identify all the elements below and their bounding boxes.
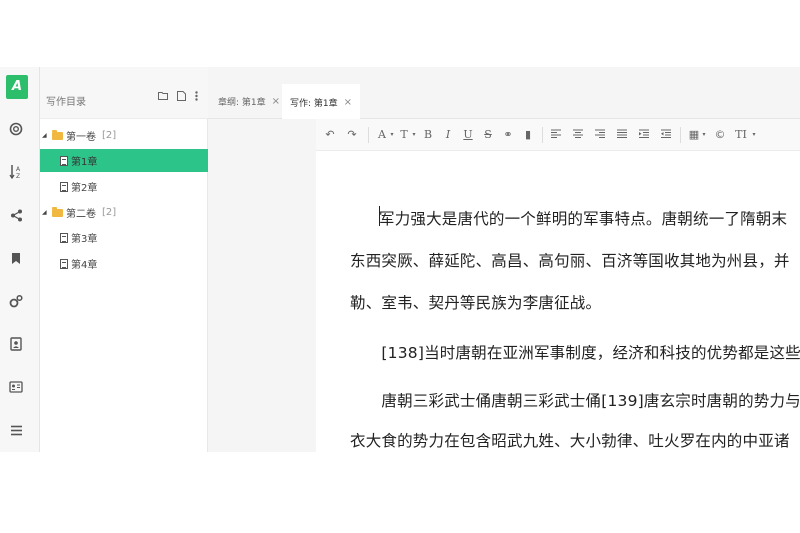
svg-text:Z: Z bbox=[16, 173, 20, 180]
chapter-label: 第2章 bbox=[71, 183, 98, 194]
align-right-icon[interactable] bbox=[594, 127, 606, 143]
chevron-down-icon[interactable]: ▾ bbox=[388, 127, 396, 143]
link-button[interactable]: ⚭ bbox=[502, 127, 514, 143]
directory-tools bbox=[158, 91, 198, 104]
directory-header: 写作目录 bbox=[40, 67, 208, 119]
editor-line-1: 军力强大是唐代的一个鲜明的军事特点。唐朝统一了隋朝末 bbox=[379, 210, 788, 228]
chapter-label: 第1章 bbox=[71, 157, 98, 168]
svg-text:A: A bbox=[16, 166, 21, 173]
align-left-icon[interactable] bbox=[550, 127, 562, 143]
new-file-icon[interactable] bbox=[177, 91, 186, 104]
close-icon[interactable]: × bbox=[272, 96, 280, 107]
tree-chapter-3[interactable]: 第3章 bbox=[40, 226, 208, 249]
document-icon bbox=[60, 232, 68, 243]
contact-icon[interactable] bbox=[6, 334, 26, 354]
chevron-down-icon[interactable]: ▾ bbox=[750, 127, 758, 143]
tab-writing-chapter-1[interactable]: 写作: 第1章 × bbox=[282, 84, 361, 120]
settings-icon[interactable] bbox=[6, 291, 26, 311]
toolbar-divider bbox=[368, 127, 369, 143]
font-size-button[interactable]: T bbox=[398, 127, 410, 143]
toolbar-divider bbox=[542, 127, 543, 143]
folder-icon bbox=[52, 129, 63, 140]
editor-toolbar: ↶ ↷ A ▾ T ▾ B I U S ⚭ ▮ ▦ ▾ © TI ▾ bbox=[316, 119, 800, 151]
volume-count: [2] bbox=[102, 130, 117, 141]
close-icon[interactable]: × bbox=[344, 97, 352, 108]
tab-label: 章纲: 第1章 bbox=[218, 98, 266, 108]
chapter-label: 第3章 bbox=[71, 234, 98, 245]
align-justify-icon[interactable] bbox=[616, 127, 628, 143]
volume-count: [2] bbox=[102, 207, 117, 218]
table-button[interactable]: ▦ bbox=[688, 127, 700, 143]
directory-title: 写作目录 bbox=[46, 97, 86, 108]
app-logo: A bbox=[6, 75, 28, 99]
bold-button[interactable]: B bbox=[422, 127, 434, 143]
new-folder-icon[interactable] bbox=[158, 91, 168, 104]
undo-button[interactable]: ↶ bbox=[324, 127, 336, 143]
chapter-label: 第4章 bbox=[71, 260, 98, 271]
chevron-down-icon[interactable]: ▾ bbox=[700, 127, 708, 143]
icon-rail: A AZ bbox=[0, 67, 40, 452]
id-card-icon[interactable] bbox=[6, 377, 26, 397]
toolbar-divider bbox=[680, 127, 681, 143]
collapse-caret-icon[interactable]: ◢ bbox=[42, 132, 50, 139]
editor-line-3: 勒、室韦、契丹等民族为李唐征战。 bbox=[350, 294, 602, 312]
document-icon bbox=[60, 181, 68, 192]
editor-line-5: 唐朝三彩武士俑唐朝三彩武士俑[139]唐玄宗时唐朝的势力与 bbox=[350, 392, 800, 410]
menu-icon[interactable] bbox=[6, 420, 26, 440]
document-icon bbox=[60, 258, 68, 269]
document-icon bbox=[60, 155, 68, 166]
chevron-down-icon[interactable]: ▾ bbox=[410, 127, 418, 143]
tree-chapter-4[interactable]: 第4章 bbox=[40, 252, 208, 275]
editor-content[interactable]: 军力强大是唐代的一个鲜明的军事特点。唐朝统一了隋朝末 东西突厥、薛延陀、高昌、高… bbox=[316, 151, 800, 452]
italic-button[interactable]: I bbox=[442, 127, 454, 143]
tab-label: 写作: 第1章 bbox=[290, 98, 338, 109]
volume-label: 第二卷 bbox=[66, 209, 96, 220]
indent-decrease-icon[interactable] bbox=[660, 127, 672, 143]
bookmark-icon[interactable] bbox=[6, 248, 26, 268]
tab-outline-chapter-1[interactable]: 章纲: 第1章 × bbox=[210, 84, 288, 119]
tree-chapter-2[interactable]: 第2章 bbox=[40, 175, 208, 198]
lifebuoy-icon[interactable] bbox=[6, 119, 26, 139]
volume-label: 第一卷 bbox=[66, 132, 96, 143]
underline-button[interactable]: U bbox=[462, 127, 474, 143]
text-format-button[interactable]: TI bbox=[732, 127, 750, 143]
editor-line-6: 衣大食的势力在包含昭武九姓、大小勃律、吐火罗在内的中亚诸 bbox=[350, 432, 790, 450]
copyright-button[interactable]: © bbox=[714, 127, 726, 143]
app-window: A AZ 写作目录 ◢ 第一卷 [2] 第1章 第2章 ◢ 第二卷 [2] 第3… bbox=[0, 67, 800, 452]
bookmark-button[interactable]: ▮ bbox=[522, 127, 534, 143]
tab-bar: 章纲: 第1章 × 写作: 第1章 × bbox=[208, 84, 800, 120]
font-color-button[interactable]: A bbox=[376, 127, 388, 143]
editor-line-2: 东西突厥、薛延陀、高昌、高句丽、百济等国收其地为州县，并 bbox=[350, 252, 790, 270]
folder-icon bbox=[52, 206, 63, 217]
collapse-caret-icon[interactable]: ◢ bbox=[42, 209, 50, 216]
indent-increase-icon[interactable] bbox=[638, 127, 650, 143]
share-icon[interactable] bbox=[6, 205, 26, 225]
align-center-icon[interactable] bbox=[572, 127, 584, 143]
tree-volume-2[interactable]: ◢ 第二卷 [2] bbox=[40, 201, 208, 224]
strikethrough-button[interactable]: S bbox=[482, 127, 494, 143]
tree-chapter-1[interactable]: 第1章 bbox=[40, 149, 208, 172]
editor-line-4: [138]当时唐朝在亚洲军事制度，经济和科技的优势都是这些 bbox=[350, 344, 800, 362]
sort-az-icon[interactable]: AZ bbox=[6, 162, 26, 182]
editor-gutter bbox=[208, 119, 316, 452]
tree-volume-1[interactable]: ◢ 第一卷 [2] bbox=[40, 124, 208, 147]
redo-button[interactable]: ↷ bbox=[346, 127, 358, 143]
directory-panel: 写作目录 ◢ 第一卷 [2] 第1章 第2章 ◢ 第二卷 [2] 第3章 第4章 bbox=[40, 67, 208, 452]
more-options-icon[interactable] bbox=[195, 91, 198, 104]
